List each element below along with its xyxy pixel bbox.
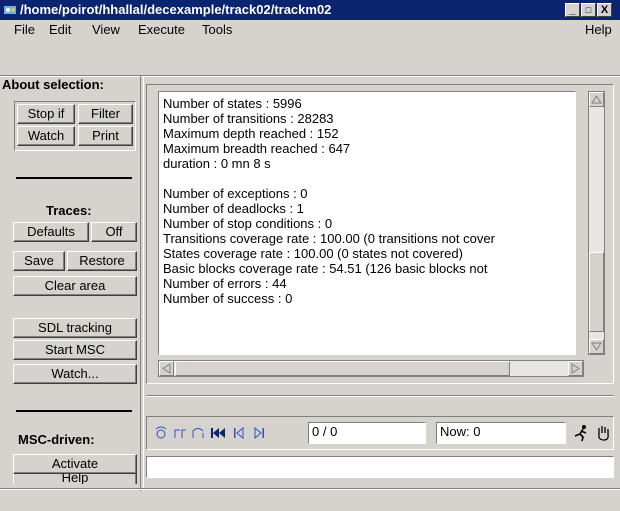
about-selection-label: About selection: [2, 77, 104, 92]
help-button-clip: Help [13, 474, 137, 484]
output-line: Number of deadlocks : 1 [163, 201, 304, 216]
step-into-icon[interactable] [152, 426, 170, 443]
vertical-scrollbar[interactable] [588, 91, 605, 355]
scroll-down-icon[interactable] [589, 339, 604, 354]
horizontal-scrollbar[interactable] [158, 360, 584, 377]
output-line: Maximum depth reached : 152 [163, 126, 339, 141]
output-line: Number of transitions : 28283 [163, 111, 334, 126]
menu-file[interactable]: File [14, 22, 35, 37]
status-separator [0, 488, 620, 490]
app-icon [4, 6, 16, 14]
save-button[interactable]: Save [13, 251, 65, 271]
divider [16, 177, 132, 179]
activate-button[interactable]: Activate [13, 454, 137, 474]
trace-position-field[interactable]: 0 / 0 [308, 422, 426, 444]
output-line: Maximum breadth reached : 647 [163, 141, 351, 156]
menu-view[interactable]: View [92, 22, 120, 37]
maximize-button[interactable]: □ [581, 3, 596, 17]
divider [16, 410, 132, 412]
main-separator [146, 395, 614, 397]
watch-button[interactable]: Watch [17, 126, 75, 146]
title-bar: /home/poirot/hhallal/decexample/track02/… [0, 0, 620, 20]
watch-dots-button[interactable]: Watch... [13, 364, 137, 384]
menu-help[interactable]: Help [585, 22, 612, 37]
output-text[interactable]: Number of states : 5996 Number of transit… [158, 91, 576, 355]
sdl-tracking-button[interactable]: SDL tracking [13, 318, 137, 338]
pane-divider[interactable] [140, 76, 144, 491]
print-button[interactable]: Print [78, 126, 133, 146]
clear-area-button[interactable]: Clear area [13, 276, 137, 296]
previous-icon[interactable] [232, 426, 246, 443]
stop-hand-icon[interactable] [594, 424, 612, 445]
output-line: Number of exceptions : 0 [163, 186, 308, 201]
scroll-left-icon[interactable] [159, 361, 174, 376]
output-line: Number of stop conditions : 0 [163, 216, 333, 231]
stop-if-button[interactable]: Stop if [17, 104, 75, 124]
step-over-icon[interactable] [172, 426, 188, 443]
output-line: Transitions coverage rate : 100.00 (0 tr… [163, 231, 495, 246]
output-line: States coverage rate : 100.00 (0 states … [163, 246, 463, 261]
next-icon[interactable] [252, 426, 266, 443]
output-line: duration : 0 mn 8 s [163, 156, 271, 171]
output-lines: Number of states : 5996 Number of transit… [163, 96, 495, 306]
start-msc-button[interactable]: Start MSC [13, 340, 137, 360]
window-title: /home/poirot/hhallal/decexample/track02/… [20, 2, 332, 17]
step-out-icon[interactable] [190, 426, 208, 443]
output-line: Basic blocks coverage rate : 54.51 (126 … [163, 261, 488, 276]
first-icon[interactable] [210, 426, 226, 443]
output-line: Number of errors : 44 [163, 276, 287, 291]
output-line: Number of states : 5996 [163, 96, 302, 111]
run-icon[interactable] [572, 424, 590, 445]
filter-button[interactable]: Filter [78, 104, 133, 124]
restore-button[interactable]: Restore [67, 251, 137, 271]
menu-tools[interactable]: Tools [202, 22, 232, 37]
horizontal-scroll-thumb[interactable] [175, 361, 510, 376]
off-button[interactable]: Off [91, 222, 137, 242]
scroll-up-icon[interactable] [589, 92, 604, 107]
close-button[interactable]: X [597, 3, 612, 17]
minimize-button[interactable]: _ [565, 3, 580, 17]
msc-driven-label: MSC-driven: [18, 432, 95, 447]
now-field[interactable]: Now: 0 [436, 422, 566, 444]
sidebar-help-button[interactable]: Help [13, 474, 137, 484]
output-line: Number of success : 0 [163, 291, 293, 306]
traces-label: Traces: [46, 203, 92, 218]
vertical-scroll-thumb[interactable] [589, 252, 604, 332]
menu-execute[interactable]: Execute [138, 22, 185, 37]
defaults-button[interactable]: Defaults [13, 222, 89, 242]
command-input[interactable] [146, 456, 614, 478]
menu-edit[interactable]: Edit [49, 22, 71, 37]
scroll-right-icon[interactable] [568, 361, 583, 376]
